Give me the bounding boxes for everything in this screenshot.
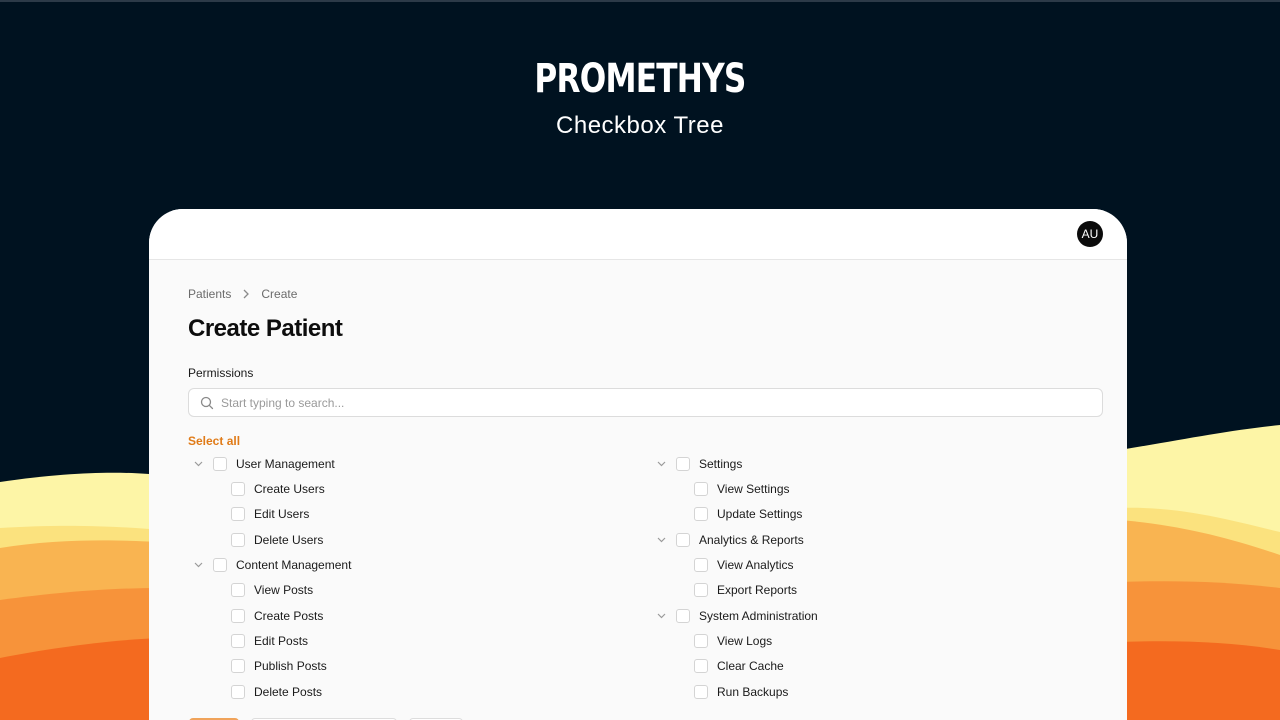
main-content: Patients Create Create Patient Permissio…: [149, 260, 1127, 718]
checkbox[interactable]: [213, 457, 227, 471]
tree-group-label: Analytics & Reports: [699, 533, 804, 547]
tree-item-delete-posts[interactable]: Delete Posts: [231, 683, 322, 701]
checkbox[interactable]: [676, 609, 690, 623]
tree-item-clear-cache[interactable]: Clear Cache: [694, 657, 784, 675]
tree-item-label: View Posts: [254, 583, 314, 597]
tree-item-label: Create Users: [254, 482, 325, 496]
search-icon: [200, 396, 214, 410]
tree-item-view-posts[interactable]: View Posts: [231, 581, 313, 599]
chevron-down-icon[interactable]: [656, 537, 666, 543]
tree-item-label: Publish Posts: [254, 659, 327, 673]
checkbox[interactable]: [694, 634, 708, 648]
tree-group-settings[interactable]: Settings: [656, 455, 742, 473]
checkbox[interactable]: [694, 583, 708, 597]
user-avatar[interactable]: AU: [1077, 221, 1103, 247]
tree-item-label: View Settings: [717, 482, 790, 496]
tree-item-label: View Logs: [717, 634, 773, 648]
tree-item-label: Edit Users: [254, 507, 310, 521]
checkbox[interactable]: [676, 457, 690, 471]
tree-group-user-management[interactable]: User Management: [193, 455, 335, 473]
checkbox[interactable]: [231, 482, 245, 496]
tree-group-label: Content Management: [236, 558, 352, 572]
checkbox-tree: User Management Create Users Edit Users …: [188, 448, 1103, 718]
tree-item-label: Delete Posts: [254, 685, 323, 699]
permissions-label: Permissions: [188, 366, 254, 380]
checkbox[interactable]: [694, 659, 708, 673]
tree-item-label: Update Settings: [717, 507, 803, 521]
tree-item-create-posts[interactable]: Create Posts: [231, 607, 323, 625]
page-title: Create Patient: [188, 315, 343, 342]
chevron-down-icon[interactable]: [193, 562, 203, 568]
checkbox[interactable]: [231, 659, 245, 673]
tree-group-analytics-reports[interactable]: Analytics & Reports: [656, 531, 804, 549]
chevron-down-icon[interactable]: [656, 461, 666, 467]
checkbox[interactable]: [231, 533, 245, 547]
chevron-down-icon[interactable]: [193, 461, 203, 467]
search-input[interactable]: [221, 395, 1081, 410]
tree-group-label: Settings: [699, 457, 743, 471]
tree-item-export-reports[interactable]: Export Reports: [694, 581, 797, 599]
chevron-right-icon: [242, 289, 250, 299]
tree-group-label: System Administration: [699, 609, 818, 623]
tree-group-content-management[interactable]: Content Management: [193, 556, 351, 574]
tree-item-publish-posts[interactable]: Publish Posts: [231, 657, 327, 675]
tree-item-label: Clear Cache: [717, 659, 784, 673]
tree-item-run-backups[interactable]: Run Backups: [694, 683, 788, 701]
tree-group-label: User Management: [236, 457, 335, 471]
checkbox[interactable]: [231, 609, 245, 623]
checkbox[interactable]: [694, 685, 708, 699]
tree-item-label: Export Reports: [717, 583, 798, 597]
tree-group-system-administration[interactable]: System Administration: [656, 607, 818, 625]
tree-item-label: Delete Users: [254, 533, 324, 547]
tree-item-label: Edit Posts: [254, 634, 309, 648]
checkbox[interactable]: [231, 507, 245, 521]
checkbox[interactable]: [213, 558, 227, 572]
checkbox[interactable]: [694, 558, 708, 572]
checkbox[interactable]: [231, 634, 245, 648]
app-header: AU: [149, 209, 1127, 260]
app-window: AU Patients Create Create Patient Permis…: [149, 209, 1127, 720]
search-field[interactable]: [188, 388, 1103, 417]
tree-item-label: View Analytics: [717, 558, 794, 572]
checkbox[interactable]: [694, 482, 708, 496]
tree-item-update-settings[interactable]: Update Settings: [694, 505, 802, 523]
chevron-down-icon[interactable]: [656, 613, 666, 619]
tree-item-create-users[interactable]: Create Users: [231, 480, 325, 498]
tree-item-view-settings[interactable]: View Settings: [694, 480, 790, 498]
tree-item-view-analytics[interactable]: View Analytics: [694, 556, 793, 574]
breadcrumb-patients[interactable]: Patients: [188, 287, 231, 301]
select-all-link[interactable]: Select all: [188, 434, 1103, 448]
checkbox[interactable]: [231, 685, 245, 699]
tree-item-edit-users[interactable]: Edit Users: [231, 505, 309, 523]
tree-item-label: Create Posts: [254, 609, 324, 623]
tree-item-view-logs[interactable]: View Logs: [694, 632, 772, 650]
brand-subtitle: Checkbox Tree: [556, 112, 724, 139]
checkbox[interactable]: [676, 533, 690, 547]
top-border: [0, 0, 1280, 2]
breadcrumb: Patients Create: [188, 286, 1103, 302]
brand-title: PROMETHYS: [534, 56, 746, 102]
tree-item-edit-posts[interactable]: Edit Posts: [231, 632, 308, 650]
checkbox[interactable]: [231, 583, 245, 597]
checkbox[interactable]: [694, 507, 708, 521]
breadcrumb-create: Create: [261, 287, 298, 301]
tree-item-delete-users[interactable]: Delete Users: [231, 531, 323, 549]
tree-item-label: Run Backups: [717, 685, 789, 699]
